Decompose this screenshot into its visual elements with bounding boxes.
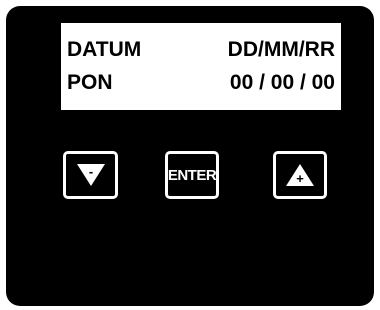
lcd-date-value: 00 / 00 / 00 (229, 71, 335, 94)
triangle-down-minus-icon: - (76, 164, 105, 186)
enter-button[interactable]: ENTER (165, 151, 219, 199)
down-button[interactable]: - (63, 151, 118, 199)
lcd-row-date-header: DATUM DD/MM/RR (67, 36, 335, 64)
plus-symbol: + (296, 171, 304, 186)
up-button[interactable]: + (273, 151, 327, 199)
triangle-up-plus-icon: + (286, 164, 314, 186)
minus-symbol: - (88, 164, 92, 179)
enter-button-label: ENTER (167, 166, 217, 184)
lcd-day-label: PON (67, 71, 113, 94)
device-panel: DATUM DD/MM/RR PON 00 / 00 / 00 - ENTER … (6, 6, 374, 306)
lcd-date-format: DD/MM/RR (227, 38, 335, 61)
lcd-screen: DATUM DD/MM/RR PON 00 / 00 / 00 (61, 23, 341, 110)
lcd-date-label: DATUM (67, 38, 142, 61)
lcd-row-day-value: PON 00 / 00 / 00 (67, 69, 335, 97)
